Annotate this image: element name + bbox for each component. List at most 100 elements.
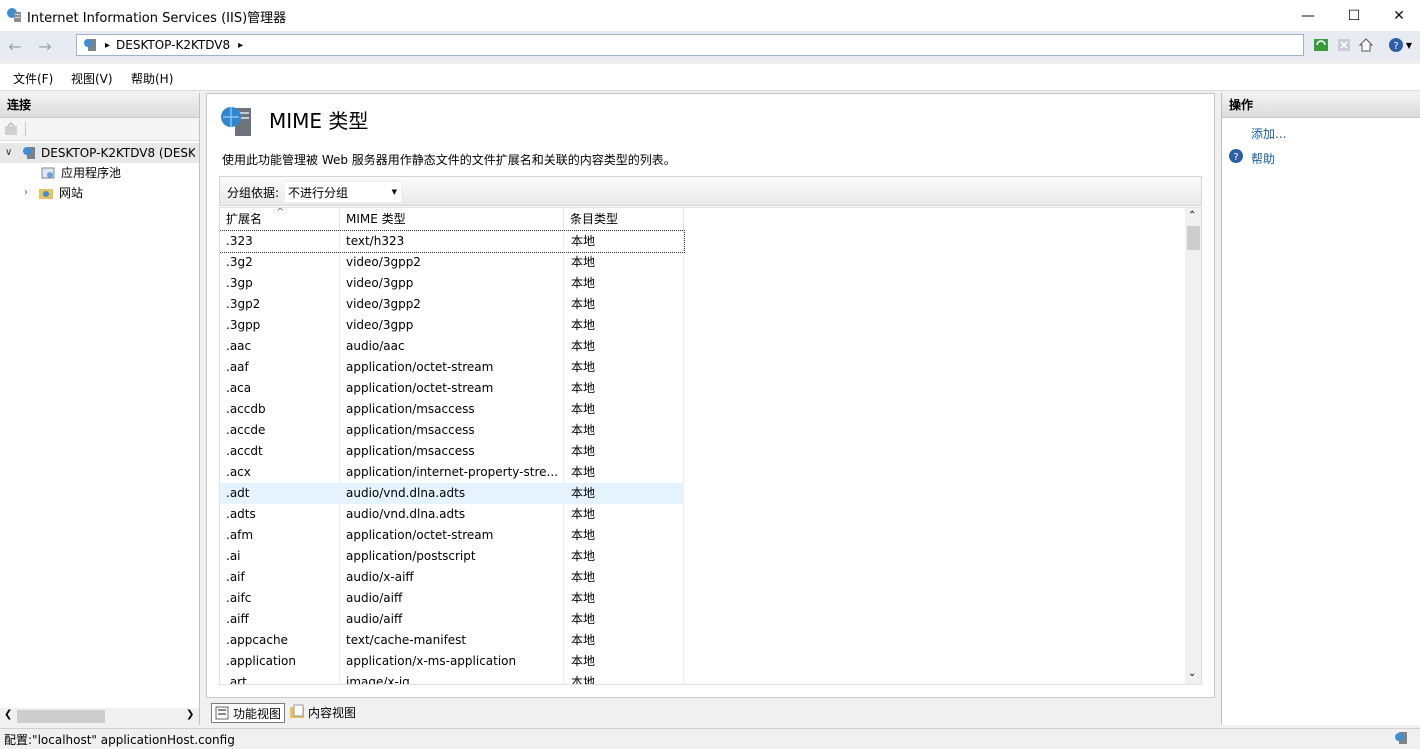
help-dropdown-button[interactable]: ? ▼ — [1385, 36, 1415, 54]
table-row[interactable]: .323 text/h323 本地 — [220, 230, 685, 253]
table-row[interactable]: .aif audio/x-aiff 本地 — [220, 567, 684, 588]
table-row[interactable]: .3gpp video/3gpp 本地 — [220, 315, 684, 336]
address-path[interactable]: ▸ DESKTOP-K2KTDV8 ▸ — [76, 34, 1304, 56]
menu-file[interactable]: 文件(F) — [13, 70, 53, 87]
cell-mime-type: application/msaccess — [346, 444, 475, 458]
cell-entry-type: 本地 — [571, 549, 596, 563]
breadcrumb-separator: ▸ — [105, 39, 111, 51]
actions-header: 操作 — [1222, 93, 1420, 118]
group-by-select[interactable]: 不进行分组 ▼ — [284, 181, 402, 203]
close-button[interactable]: ✕ — [1376, 0, 1420, 31]
tree-server-node[interactable]: ∨ DESKTOP-K2KTDV8 (DESKTOP-K2KTDV8\ — [0, 143, 199, 163]
mime-types-page: MIME 类型 使用此功能管理被 Web 服务器用作静态文件的文件扩展名和关联的… — [206, 93, 1215, 698]
table-row[interactable]: .ai application/postscript 本地 — [220, 546, 684, 567]
stop-button[interactable] — [1335, 36, 1353, 54]
cell-mime-type: audio/x-aiff — [346, 570, 414, 584]
chevron-down-icon: ▼ — [391, 188, 397, 196]
table-row[interactable]: .afm application/octet-stream 本地 — [220, 525, 684, 546]
cell-entry-type: 本地 — [571, 381, 596, 395]
server-icon — [23, 147, 35, 159]
server-icon — [84, 39, 96, 51]
cell-entry-type: 本地 — [571, 528, 596, 542]
tree-app-pools-label: 应用程序池 — [61, 166, 122, 180]
status-text: 配置:"localhost" applicationHost.config — [4, 733, 235, 747]
stop-icon — [1338, 39, 1350, 51]
cell-extension: .ai — [226, 549, 241, 563]
table-row[interactable]: .aiff audio/aiff 本地 — [220, 609, 684, 630]
tab-features-view[interactable]: 功能视图 — [211, 703, 286, 723]
cell-entry-type: 本地 — [571, 255, 596, 269]
tree-sites-label: 网站 — [59, 186, 84, 200]
cell-entry-type: 本地 — [571, 234, 596, 248]
forward-button[interactable]: → — [33, 36, 57, 56]
toolbar-divider — [25, 122, 26, 136]
table-row[interactable]: .adts audio/vnd.dlna.adts 本地 — [220, 504, 684, 525]
cell-mime-type: audio/aiff — [346, 612, 403, 626]
table-row[interactable]: .3g2 video/3gpp2 本地 — [220, 252, 684, 273]
action-add-link[interactable]: 添加... — [1251, 125, 1286, 142]
server-status-icon — [1393, 730, 1409, 749]
window-title: Internet Information Services (IIS)管理器 — [27, 11, 287, 26]
back-button[interactable]: ← — [3, 36, 27, 56]
connect-icon — [5, 122, 17, 135]
vertical-scroll-thumb[interactable] — [1187, 226, 1200, 250]
table-row[interactable]: .3gp video/3gpp 本地 — [220, 273, 684, 294]
cell-extension: .accdb — [226, 402, 266, 416]
table-row[interactable]: .appcache text/cache-manifest 本地 — [220, 630, 684, 651]
minimize-button[interactable]: — — [1285, 0, 1331, 31]
scroll-up-icon: ⌃ — [1188, 210, 1197, 221]
table-row[interactable]: .aca application/octet-stream 本地 — [220, 378, 684, 399]
table-row[interactable]: .art image/x-jg 本地 — [220, 672, 684, 685]
menu-view[interactable]: 视图(V) — [71, 70, 113, 87]
cell-mime-type: application/msaccess — [346, 423, 475, 437]
cell-extension: .3gpp — [226, 318, 261, 332]
cell-entry-type: 本地 — [571, 486, 596, 500]
tab-content-view[interactable]: 内容视图 — [289, 703, 356, 721]
cell-extension: .aca — [226, 381, 252, 395]
cell-extension: .aif — [226, 570, 245, 584]
maximize-icon: ☐ — [1347, 7, 1361, 24]
table-row[interactable]: .3gp2 video/3gpp2 本地 — [220, 294, 684, 315]
grid-rows: .323 text/h323 本地 .3g2 video/3gpp2 本地 .3gp vide… — [220, 230, 685, 685]
table-row[interactable]: .aaf application/octet-stream 本地 — [220, 357, 684, 378]
table-row[interactable]: .aifc audio/aiff 本地 — [220, 588, 684, 609]
table-row[interactable]: .accdt application/msaccess 本地 — [220, 441, 684, 462]
cell-extension: .323 — [226, 234, 253, 248]
connect-button[interactable] — [4, 122, 18, 139]
cell-mime-type: application/x-ms-application — [346, 654, 517, 668]
table-row[interactable]: .acx application/internet-property-stre..… — [220, 462, 684, 483]
maximize-button[interactable]: ☐ — [1331, 0, 1377, 31]
table-row[interactable]: .accde application/msaccess 本地 — [220, 420, 684, 441]
menu-help[interactable]: 帮助(H) — [131, 70, 173, 87]
cell-extension: .adts — [226, 507, 256, 521]
column-header-mime-type[interactable]: MIME 类型 — [340, 208, 564, 230]
help-icon: ? — [1388, 38, 1403, 52]
column-header-entry-type[interactable]: 条目类型 — [564, 208, 684, 230]
table-row[interactable]: .aac audio/aac 本地 — [220, 336, 684, 357]
cell-extension: .afm — [226, 528, 254, 542]
cell-entry-type: 本地 — [571, 465, 596, 479]
action-help-link[interactable]: 帮助 — [1251, 150, 1275, 167]
horizontal-scroll-thumb[interactable] — [17, 710, 105, 723]
home-button[interactable] — [1357, 36, 1375, 54]
cell-mime-type: text/h323 — [346, 234, 405, 248]
title-bar: Internet Information Services (IIS)管理器 —… — [0, 0, 1420, 31]
tree-app-pools[interactable]: 应用程序池 — [0, 163, 199, 183]
group-by-bar: 分组依据: 不进行分组 ▼ — [219, 176, 1202, 206]
mime-types-grid: 扩展名 ^ MIME 类型 条目类型 .323 text/h323 本地 .3g2 vi… — [219, 207, 1202, 685]
cell-entry-type: 本地 — [571, 675, 596, 685]
cell-entry-type: 本地 — [571, 360, 596, 374]
column-header-extension[interactable]: 扩展名 ^ — [220, 208, 340, 230]
tree-sites[interactable]: › 网站 — [0, 183, 199, 203]
breadcrumb-server[interactable]: DESKTOP-K2KTDV8 — [116, 38, 230, 52]
cell-entry-type: 本地 — [571, 297, 596, 311]
table-row[interactable]: .adt audio/vnd.dlna.adts 本地 — [220, 483, 684, 504]
horizontal-scrollbar[interactable]: ❮ ❯ — [0, 708, 199, 725]
table-row[interactable]: .application application/x-ms-application… — [220, 651, 684, 672]
grid-header: 扩展名 ^ MIME 类型 条目类型 — [220, 208, 684, 230]
refresh-button[interactable] — [1312, 36, 1330, 54]
cell-extension: .3g2 — [226, 255, 253, 269]
svg-text:?: ? — [1233, 152, 1238, 163]
table-row[interactable]: .accdb application/msaccess 本地 — [220, 399, 684, 420]
vertical-scrollbar[interactable]: ⌃ ⌄ — [1185, 208, 1201, 684]
